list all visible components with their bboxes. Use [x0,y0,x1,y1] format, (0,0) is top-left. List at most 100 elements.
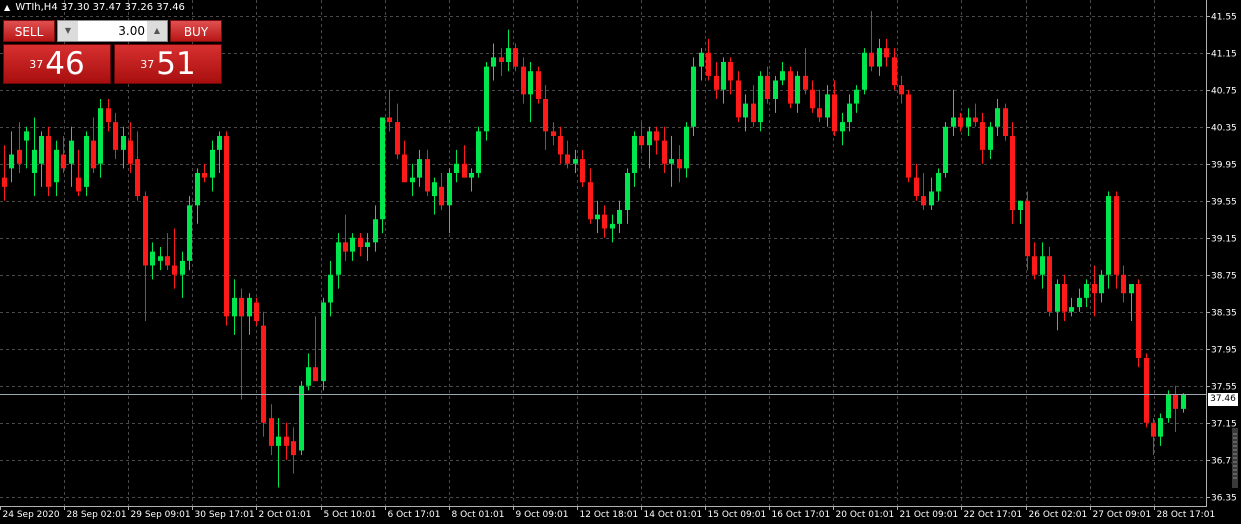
time-tick-label: 30 Sep 17:01 [195,510,255,520]
lot-size-stepper[interactable]: ▼ 3.00 ▲ [57,20,168,42]
candle-body [854,89,859,104]
candle-body [113,122,118,150]
candle-body [425,159,430,192]
price-tick-label: 37.95 [1211,346,1237,356]
candle-body [565,154,570,164]
candle-body [224,135,229,317]
candle-body [773,80,778,99]
candle-body [1010,135,1015,210]
candle-body [46,135,51,187]
candle-body [365,242,370,247]
candle-body [1003,108,1008,136]
candle-body [521,66,526,95]
sell-button[interactable]: SELL [3,20,55,42]
candle-body [1151,422,1156,437]
price-tick-label: 38.75 [1211,272,1237,282]
candle-body [1062,283,1067,312]
one-click-trade-panel: SELL ▼ 3.00 ▲ BUY 3746 3751 [3,20,222,84]
candle-body [899,85,904,95]
candle-body [98,108,103,164]
candle-body [499,57,504,62]
candle-body [551,131,556,136]
candle-body [1055,283,1060,312]
candle-body [840,122,845,132]
candle-body [617,209,622,224]
candle-body [513,48,518,67]
candle-body [261,325,266,423]
candle-body [1084,283,1089,298]
candle-body [980,122,985,150]
candle-body [684,126,689,169]
candle-body [1181,394,1186,409]
candle-body [358,237,363,247]
candle-body [1099,274,1104,294]
time-tick-label: 22 Oct 17:01 [964,510,1023,520]
sell-price-main: 46 [45,46,85,82]
candle-body [210,149,215,178]
sell-price-button[interactable]: 3746 [3,44,111,84]
current-price-tag: 37.46 [1208,393,1238,406]
candle-body [810,89,815,109]
time-tick-label: 2 Oct 01:01 [259,510,312,520]
collapse-triangle-icon[interactable]: ▲ [4,3,10,12]
price-tick-label: 39.95 [1211,161,1237,171]
candle-body [795,75,800,104]
candle-body [929,191,934,206]
time-tick-label: 24 Sep 2020 [3,510,60,520]
candle-body [462,163,467,178]
candle-body [217,135,222,150]
lot-decrease-icon[interactable]: ▼ [58,21,78,41]
candle-body [921,196,926,206]
candle-body [91,140,96,169]
buy-button[interactable]: BUY [170,20,222,42]
candle-body [691,66,696,127]
candle-body [610,223,615,229]
candle-body [714,75,719,90]
lot-increase-icon[interactable]: ▲ [147,21,167,41]
candle-body [1077,297,1082,308]
price-tick-label: 40.35 [1211,124,1237,134]
candle-body [573,159,578,164]
time-tick-label: 28 Sep 02:01 [67,510,127,520]
candle-body [336,242,341,275]
candle-body [699,52,704,67]
candle-body [580,159,585,183]
candle-body [299,385,304,451]
time-tick-label: 15 Oct 09:01 [708,510,767,520]
candle-body [61,154,66,169]
price-tick-label: 41.55 [1211,13,1237,23]
candle-body [343,242,348,252]
candle-body [595,214,600,220]
lot-size-input[interactable]: 3.00 [78,21,145,41]
candle-body [1129,283,1134,294]
time-tick-label: 6 Oct 17:01 [388,510,441,520]
candle-body [491,57,496,67]
candle-body [528,71,533,95]
candle-body [632,135,637,173]
candle-body [1144,357,1149,423]
candle-body [276,436,281,446]
candle-body [832,94,837,132]
candle-body [1047,256,1052,312]
candle-body [54,149,59,183]
candle-body [106,108,111,123]
candle-body [232,297,237,317]
time-tick-label: 21 Oct 09:01 [900,510,959,520]
candle-body [158,256,163,261]
candle-body [350,237,355,252]
buy-price-button[interactable]: 3751 [114,44,222,84]
candle-body [943,126,948,173]
candle-body [447,172,452,206]
candle-body [966,117,971,127]
candle-body [1114,196,1119,275]
buy-price-main: 51 [156,46,196,82]
candle-body [536,71,541,99]
candle-body [995,108,1000,127]
candle-body [17,149,22,164]
candle-body [1040,256,1045,275]
time-tick-label: 5 Oct 10:01 [324,510,377,520]
time-tick-label: 16 Oct 17:01 [772,510,831,520]
price-tick-label: 38.35 [1211,309,1237,319]
candle-body [951,117,956,127]
scale-handle-icon[interactable] [1232,428,1238,488]
